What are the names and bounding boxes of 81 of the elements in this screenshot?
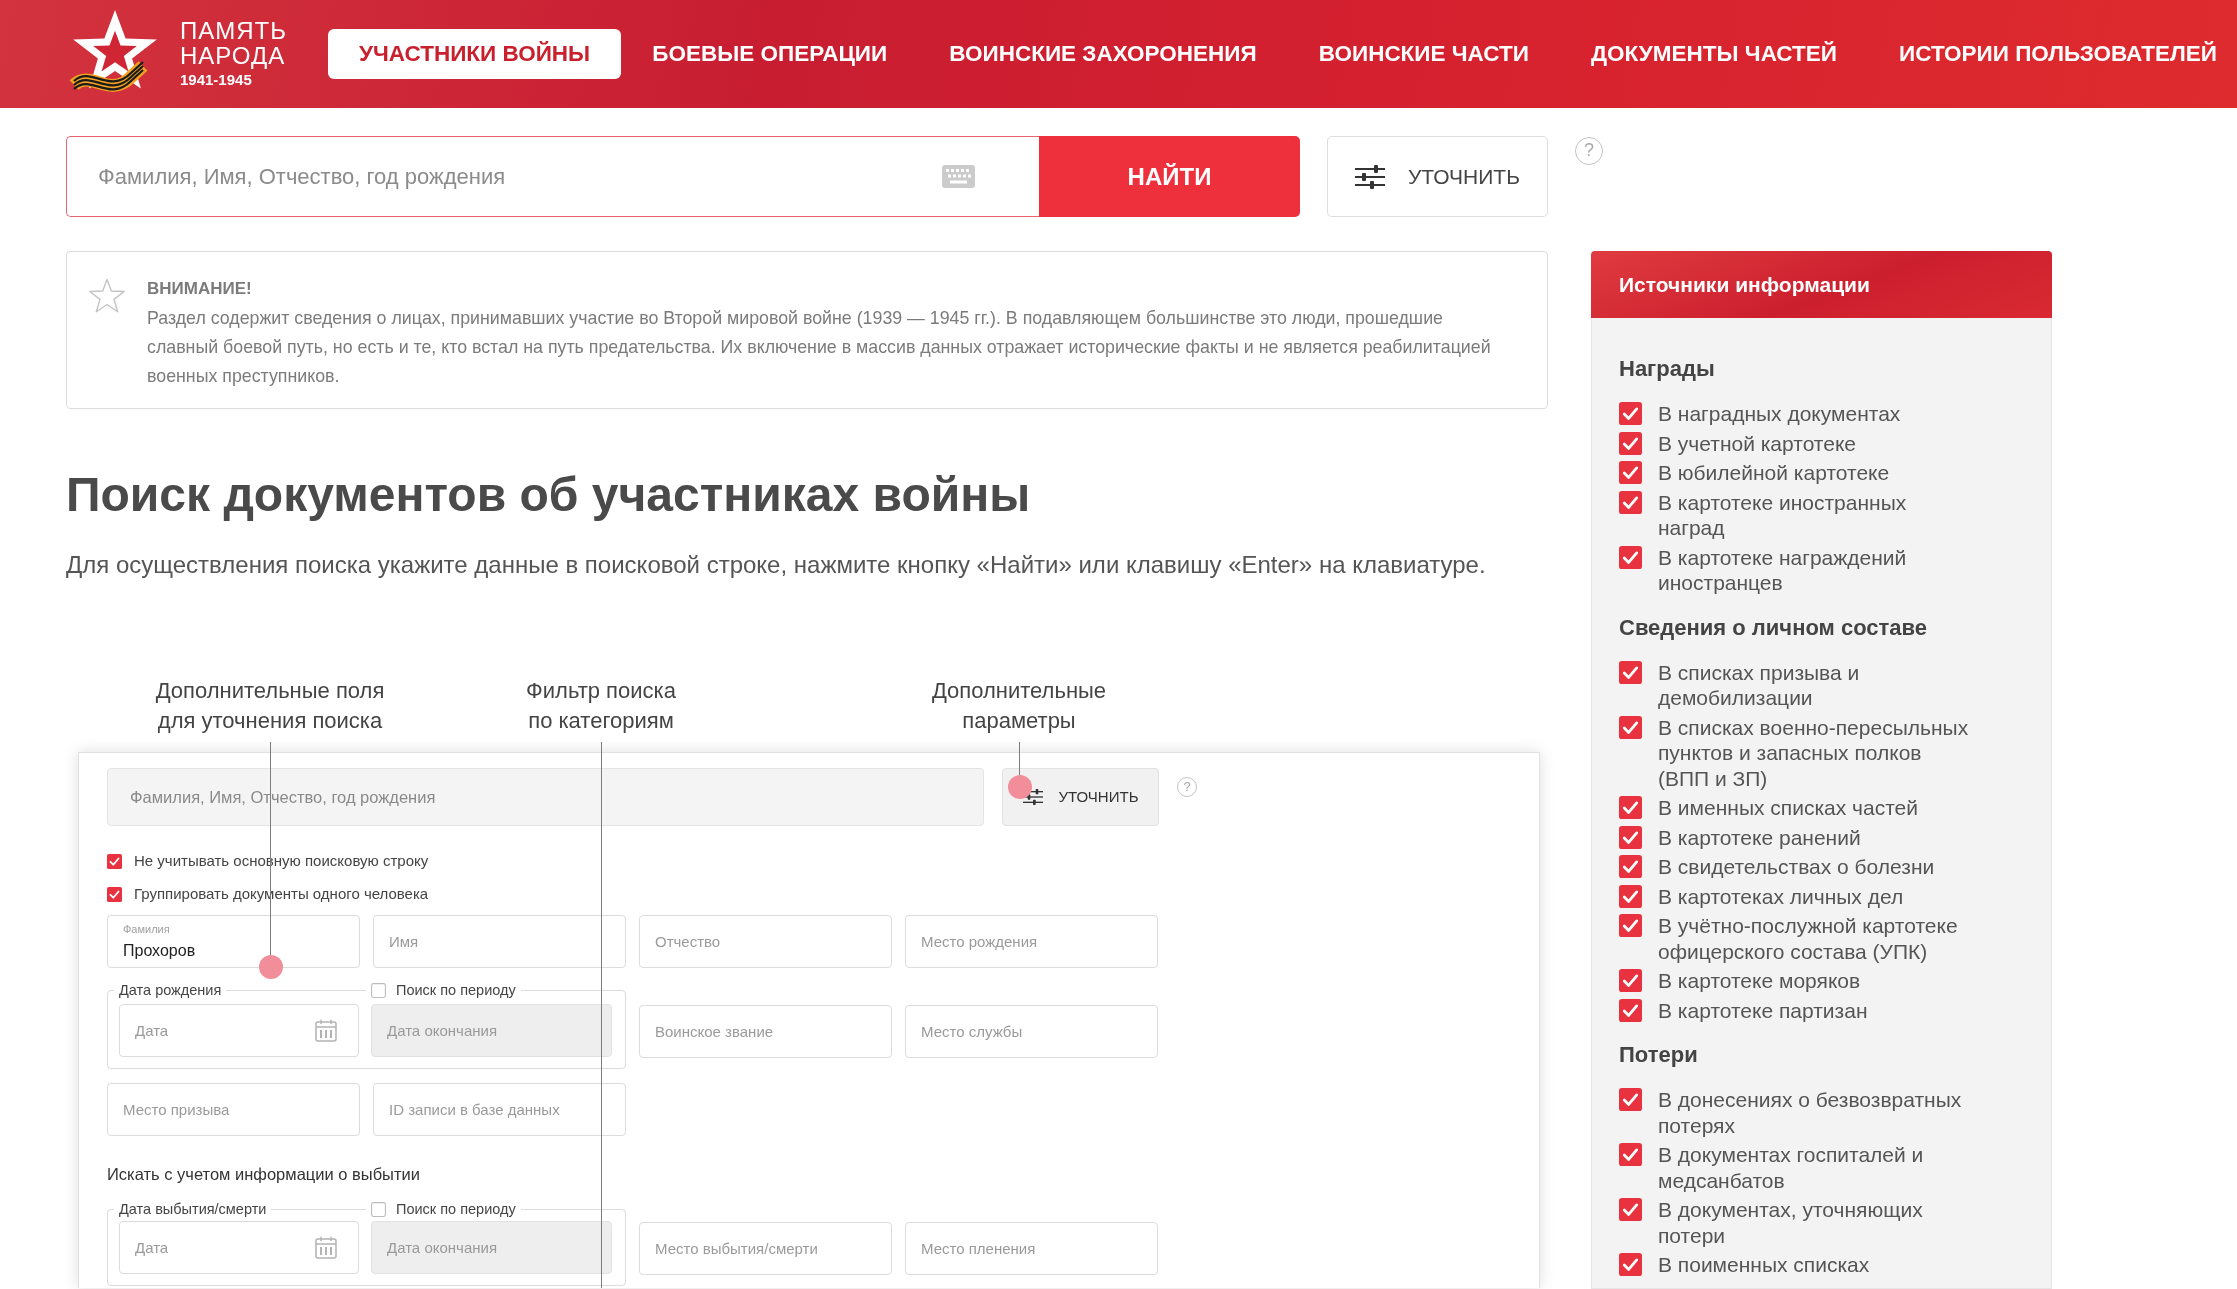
checkbox-label: В картотеках личных дел <box>1658 883 1905 909</box>
logo-years: 1941-1945 <box>180 70 253 90</box>
checkbox-label: В картотеке награждений иностранцев <box>1658 544 1908 596</box>
panel-header: Источники информации <box>1591 251 2052 318</box>
sliders-icon <box>1022 789 1043 805</box>
section-heading: Искать с учетом информации о выбытии <box>107 1164 421 1185</box>
sliders-icon <box>1355 164 1385 189</box>
group-heading: Потери <box>1619 1041 1699 1069</box>
checkbox[interactable] <box>1619 1143 1642 1166</box>
checkbox[interactable] <box>1619 855 1642 878</box>
checkbox-label: Поиск по периоду <box>396 981 516 999</box>
checkbox-label: В документах, уточняющих потери <box>1658 1197 1924 1248</box>
checkbox[interactable] <box>1619 825 1642 849</box>
checkbox[interactable] <box>1619 402 1642 425</box>
checkbox-label: В наградных документах <box>1658 401 1902 427</box>
checkbox[interactable] <box>1619 545 1642 569</box>
checkbox-label: В свидетельствах о болезни <box>1658 854 1936 880</box>
checkbox[interactable] <box>1619 461 1642 484</box>
checkbox[interactable] <box>1619 1088 1642 1111</box>
checkbox-label: В учётно-послужной картотеке офицерского состава (УПК) <box>1658 913 1959 964</box>
checkbox-label: В картотеке моряков <box>1658 968 1862 994</box>
input-field[interactable]: Отчество <box>639 915 892 968</box>
nav-tab[interactable]: УЧАСТНИКИ ВОЙНЫ <box>328 29 622 79</box>
checkbox[interactable] <box>1619 1253 1642 1276</box>
checkbox[interactable] <box>1619 660 1642 684</box>
checkbox[interactable] <box>371 1201 386 1217</box>
checkbox[interactable] <box>1619 796 1642 819</box>
checkbox[interactable] <box>107 887 122 902</box>
input-field[interactable]: Место службы <box>905 1005 1158 1058</box>
refine-button[interactable]: УТОЧНИТЬ <box>1327 136 1548 217</box>
nav-tab[interactable]: БОЕВЫЕ ОПЕРАЦИИ <box>621 29 919 79</box>
intro-text: Для осуществления поиска укажите данные в поисковой строке, нажмите кнопку «Найти» или клавишу «Enter» на клавиатуре. <box>66 550 1487 580</box>
input-field[interactable]: Место призыва <box>107 1083 360 1136</box>
notice-title: ВНИМАНИЕ! <box>147 279 253 299</box>
checkbox-label: В картотеке партизан <box>1658 997 1869 1023</box>
input-field[interactable]: ID записи в базе данных <box>373 1083 626 1136</box>
checkbox-label: В списках военно-пересыльных пунктов и запасных полков (ВПП и ЗП) <box>1658 714 1970 791</box>
search-field[interactable]: Фамилия, Имя, Отчество, год рождения <box>66 136 1039 217</box>
input-field[interactable]: Имя <box>373 915 626 968</box>
checkbox-label: В учетной картотеке <box>1658 430 1858 456</box>
fieldset-legend: Дата выбытия/смерти <box>114 1200 272 1218</box>
input-field[interactable]: Место пленения <box>905 1222 1158 1275</box>
checkbox-label: В именных списках частей <box>1658 795 1919 821</box>
nav-tab[interactable]: ДОКУМЕНТЫ ЧАСТЕЙ <box>1560 29 1868 79</box>
notice-text: Раздел содержит сведения о лицах, принимавших участие во Второй мировой войне (1939 — 1945 гг.). В подавляющем большинстве это люди, прошедшие славный боевой путь, но есть и те, кто встал на путь предательства. Их включение в массив данных отражает исторические факты и не является реабилитацией военных преступников. <box>147 307 1492 388</box>
checkbox-label: В картотеке ранений <box>1658 824 1862 850</box>
checkbox-label: В документах госпиталей и медсанбатов <box>1658 1142 1925 1193</box>
page-heading: Поиск документов об участниках войны <box>66 467 1032 523</box>
checkbox[interactable] <box>1619 998 1642 1022</box>
checkbox[interactable] <box>1619 914 1642 937</box>
nav-tab[interactable]: ВОИНСКИЕ ЧАСТИ <box>1287 29 1560 79</box>
group-heading: Сведения о личном составе <box>1619 613 1929 642</box>
checkbox-label: В донесениях о безвозвратных потерях <box>1658 1087 1963 1138</box>
checkbox-label: Поиск по периоду <box>396 1200 516 1218</box>
input-field[interactable]: Воинское звание <box>639 1005 892 1058</box>
checkbox[interactable] <box>371 982 386 998</box>
callout-label: Дополнительные параметры <box>931 677 1107 735</box>
checkbox-label: В списках призыва и демобилизации <box>1658 659 1861 711</box>
callout-label: Дополнительные поля для уточнения поиска <box>155 677 385 735</box>
checkbox[interactable] <box>1619 490 1642 514</box>
checkbox-label: В картотеке иностранных наград <box>1658 489 1908 541</box>
checkbox-label: В юбилейной картотеке <box>1658 460 1891 486</box>
search-button[interactable]: НАЙТИ <box>1039 136 1300 217</box>
callout-label: Фильтр поиска по категориям <box>526 677 676 735</box>
checkbox[interactable] <box>1619 715 1642 739</box>
nav-tab[interactable]: ИСТОРИИ ПОЛЬЗОВАТЕЛЕЙ <box>1868 29 2217 79</box>
field-label: Фамилия <box>123 923 170 936</box>
input-field[interactable]: Место выбытия/смерти <box>639 1222 892 1275</box>
logo-title[interactable]: ПАМЯТЬ НАРОДА <box>180 18 287 68</box>
refine-button[interactable]: УТОЧНИТЬ <box>1002 768 1159 826</box>
input-field[interactable]: Место рождения <box>905 915 1158 968</box>
date-field[interactable]: Дата <box>119 1004 359 1057</box>
group-heading: Награды <box>1619 355 1716 383</box>
checkbox[interactable] <box>1619 969 1642 992</box>
checkbox[interactable] <box>1619 431 1642 455</box>
nav-tab[interactable]: ВОИНСКИЕ ЗАХОРОНЕНИЯ <box>918 29 1288 79</box>
date-field[interactable]: Дата <box>119 1221 359 1274</box>
checkbox[interactable] <box>1619 884 1642 908</box>
checkbox[interactable] <box>1619 1198 1642 1221</box>
checkbox-label: В поименных списках <box>1658 1252 1871 1278</box>
checkbox[interactable] <box>107 854 122 869</box>
